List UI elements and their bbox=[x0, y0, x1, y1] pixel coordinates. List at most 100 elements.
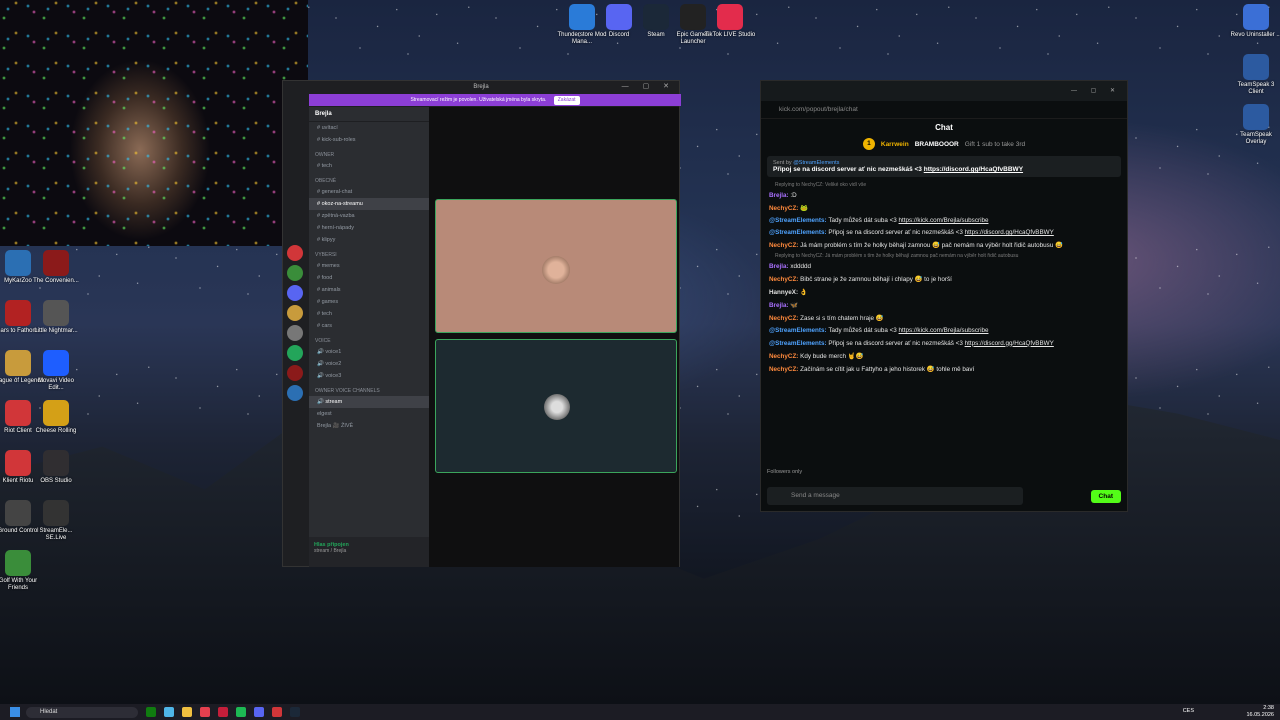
chat-message[interactable]: Brejla: 🦋 bbox=[761, 299, 1127, 312]
chat-link[interactable]: https://kick.com/Brejla/subscribe bbox=[899, 327, 989, 334]
channel-item[interactable]: # herní-nápady bbox=[309, 222, 429, 234]
chat-username[interactable]: NechyCZ: bbox=[769, 366, 800, 373]
chat-username[interactable]: NechyCZ: bbox=[769, 205, 800, 212]
chat-message[interactable]: NechyCZ: Bibč strane je že zamnou běhají… bbox=[761, 272, 1127, 285]
chat-message[interactable]: HannyeX: 👌 bbox=[761, 285, 1127, 298]
chat-username[interactable]: NechyCZ: bbox=[769, 276, 800, 283]
channel-item[interactable]: # animals bbox=[309, 284, 429, 296]
channel-item[interactable]: # tech bbox=[309, 308, 429, 320]
channel-item[interactable]: # tech bbox=[309, 160, 429, 172]
app-icon[interactable] bbox=[218, 707, 228, 717]
chat-username[interactable]: NechyCZ: bbox=[769, 315, 800, 322]
chat-username[interactable]: @StreamElements: bbox=[769, 217, 828, 224]
window-controls[interactable]: — ▢ ✕ bbox=[622, 81, 675, 93]
chat-username[interactable]: Brejla: bbox=[769, 192, 790, 199]
server-name[interactable]: Brejla bbox=[309, 107, 429, 122]
chat-link[interactable]: https://discord.gg/HcaQfvBBWY bbox=[965, 229, 1054, 236]
channel-item[interactable]: # zpětná-vazba bbox=[309, 210, 429, 222]
app-icon[interactable] bbox=[272, 707, 282, 717]
server-icon[interactable] bbox=[287, 245, 303, 261]
chat-message[interactable]: NechyCZ: Zase si s tím chatem hraje 😅 bbox=[761, 312, 1127, 325]
message-input[interactable]: Send a message bbox=[767, 487, 1023, 505]
desktop-icon[interactable]: Little Nightmar... bbox=[30, 300, 82, 335]
file-explorer-icon[interactable] bbox=[182, 707, 192, 717]
channel-item[interactable]: 🔊 voice2 bbox=[309, 358, 429, 370]
channel-item[interactable]: 🔊 stream bbox=[309, 396, 429, 408]
channel-item[interactable]: # memes bbox=[309, 260, 429, 272]
channel-category[interactable]: OWNER VOICE CHANNELS bbox=[309, 382, 429, 396]
desktop-icon[interactable]: StreamEle... SE.Live bbox=[30, 500, 82, 542]
desktop-icon[interactable]: OBS Studio bbox=[30, 450, 82, 485]
channel-item[interactable]: Brejla 🎥 ŽIVĚ bbox=[309, 420, 429, 432]
desktop-icon[interactable]: TeamSpeak Overlay bbox=[1230, 104, 1280, 146]
windows-start-icon[interactable] bbox=[10, 707, 20, 717]
channel-category[interactable]: OWNER bbox=[309, 146, 429, 160]
chat-username[interactable]: NechyCZ: bbox=[769, 242, 800, 249]
channel-item[interactable]: # okoz-na-streamu bbox=[309, 198, 429, 210]
chat-username[interactable]: @StreamElements: bbox=[769, 327, 828, 334]
pinned-link[interactable]: https://discord.gg/HcaQfvBBWY bbox=[924, 166, 1023, 173]
channel-item[interactable]: # games bbox=[309, 296, 429, 308]
address-bar[interactable]: kick.com/popout/brejla/chat bbox=[761, 101, 1127, 119]
chat-message[interactable]: @StreamElements: Tady můžeš dát suba <3 … bbox=[761, 214, 1127, 226]
pinned-message[interactable]: Sent by @StreamElements Připoj se na dis… bbox=[767, 156, 1121, 177]
desktop-icon[interactable]: TikTok LIVE Studio bbox=[704, 4, 756, 39]
chat-link[interactable]: https://kick.com/Brejla/subscribe bbox=[899, 217, 989, 224]
window-controls[interactable]: — ▢ ✕ bbox=[1071, 81, 1121, 101]
channel-item[interactable]: # kick-sub-roles bbox=[309, 134, 429, 146]
copilot-icon[interactable] bbox=[164, 707, 174, 717]
chat-message[interactable]: NechyCZ: Já mám problém s tím že holky b… bbox=[761, 239, 1127, 252]
opera-icon[interactable] bbox=[200, 707, 210, 717]
channel-item[interactable]: # cars bbox=[309, 320, 429, 332]
channel-item[interactable]: # uvítací bbox=[309, 122, 429, 134]
channel-item[interactable]: 🔊 voice3 bbox=[309, 370, 429, 382]
chat-link[interactable]: https://discord.gg/HcaQfvBBWY bbox=[965, 340, 1054, 347]
chat-message[interactable]: @StreamElements: Připoj se na discord se… bbox=[761, 337, 1127, 349]
chat-username[interactable]: Brejla: bbox=[769, 263, 790, 270]
send-chat-button[interactable]: Chat bbox=[1090, 490, 1121, 503]
server-icon[interactable] bbox=[287, 285, 303, 301]
disable-streamer-mode-button[interactable]: Zakázat bbox=[553, 96, 580, 105]
xbox-icon[interactable] bbox=[146, 707, 156, 717]
server-icon[interactable] bbox=[287, 265, 303, 281]
channel-item[interactable]: # food bbox=[309, 272, 429, 284]
channel-item[interactable]: elgest bbox=[309, 408, 429, 420]
discord-window[interactable]: Brejla — ▢ ✕ Streamovací režim je povole… bbox=[282, 80, 681, 567]
steam-icon[interactable] bbox=[290, 707, 300, 717]
server-icon[interactable] bbox=[287, 345, 303, 361]
participant-tile[interactable] bbox=[435, 199, 677, 333]
spotify-icon[interactable] bbox=[236, 707, 246, 717]
system-tray[interactable]: CES 2:38 16.05.2026 bbox=[1183, 705, 1274, 719]
chat-message[interactable]: @StreamElements: Připoj se na discord se… bbox=[761, 227, 1127, 239]
chat-username[interactable]: NechyCZ: bbox=[769, 353, 800, 360]
desktop-icon[interactable]: TeamSpeak 3 Client bbox=[1230, 54, 1280, 96]
desktop-icon[interactable]: Revo Uninstaller ... bbox=[1230, 4, 1280, 39]
chat-message[interactable]: Brejla: :D bbox=[761, 189, 1127, 201]
kick-chat-window[interactable]: — ▢ ✕ kick.com/popout/brejla/chat Chat 1… bbox=[760, 80, 1128, 512]
desktop-icon[interactable]: Cheese Rolling bbox=[30, 400, 82, 435]
chat-username[interactable]: @StreamElements: bbox=[769, 229, 828, 236]
channel-item[interactable]: # klipyy bbox=[309, 234, 429, 246]
server-icon[interactable] bbox=[287, 305, 303, 321]
channel-item[interactable]: 🔊 voice1 bbox=[309, 346, 429, 358]
channel-item[interactable]: # general-chat bbox=[309, 186, 429, 198]
chat-username[interactable]: HannyeX: bbox=[769, 289, 800, 296]
server-icon[interactable] bbox=[287, 325, 303, 341]
server-icon[interactable] bbox=[287, 385, 303, 401]
taskbar-search[interactable]: Hledat bbox=[26, 706, 138, 718]
chat-username[interactable]: @StreamElements: bbox=[769, 340, 828, 347]
channel-category[interactable]: OBECNÉ bbox=[309, 172, 429, 186]
channel-category[interactable]: VYBERSI bbox=[309, 246, 429, 260]
chat-message[interactable]: NechyCZ: Kdy bude merch 🤘😅 bbox=[761, 349, 1127, 362]
channel-category[interactable]: VOICE bbox=[309, 332, 429, 346]
language-indicator[interactable]: CES bbox=[1183, 708, 1194, 715]
discord-icon[interactable] bbox=[254, 707, 264, 717]
desktop-icon[interactable]: Movavi Video Edit... bbox=[30, 350, 82, 392]
chat-message[interactable]: NechyCZ: Začínám se cítit jak u Fattyho … bbox=[761, 362, 1127, 375]
chat-message[interactable]: NechyCZ: 🐸 bbox=[761, 201, 1127, 214]
desktop-icon[interactable]: Golf With Your Friends bbox=[0, 550, 44, 592]
chat-message[interactable]: @StreamElements: Tady můžeš dát suba <3 … bbox=[761, 325, 1127, 337]
chat-username[interactable]: Brejla: bbox=[769, 302, 790, 309]
server-icon[interactable] bbox=[287, 365, 303, 381]
participant-tile[interactable] bbox=[435, 339, 677, 473]
